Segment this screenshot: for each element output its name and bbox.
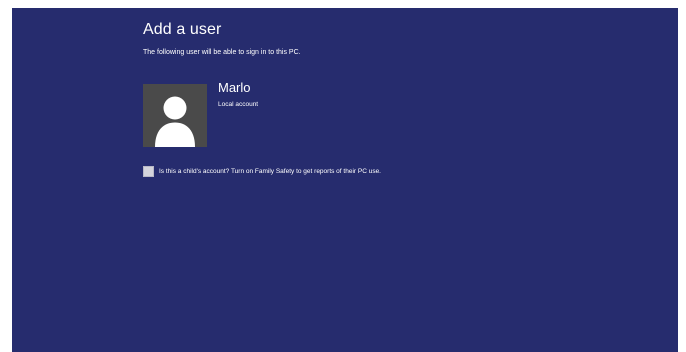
avatar — [143, 84, 207, 147]
user-name: Marlo — [218, 80, 251, 95]
child-account-checkbox[interactable] — [143, 166, 154, 177]
page-subtitle: The following user will be able to sign … — [143, 49, 301, 56]
child-account-label[interactable]: Is this a child's account? Turn on Famil… — [159, 167, 381, 176]
child-account-option[interactable]: Is this a child's account? Turn on Famil… — [143, 165, 381, 178]
page-title: Add a user — [143, 21, 222, 38]
account-type: Local account — [218, 101, 259, 108]
add-user-screen: Add a user The following user will be ab… — [12, 8, 678, 352]
user-silhouette-icon — [155, 96, 195, 147]
